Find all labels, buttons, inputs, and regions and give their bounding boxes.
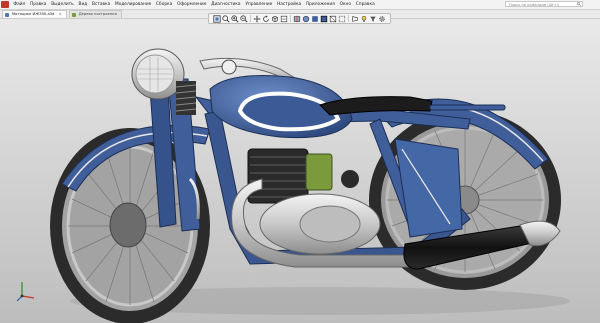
engine [247,148,381,255]
tab-build-tree[interactable]: Дерево построения [68,10,122,18]
menu-edit[interactable]: Правка [28,0,49,9]
tab-label: Мотоцикл ИЖ350.a3d [12,12,55,16]
menu-select[interactable]: Выделить [49,0,76,9]
axis-triad-icon [16,282,35,302]
menu-assembly[interactable]: Сборка [154,0,175,9]
menu-modeling[interactable]: Моделирование [113,0,154,9]
search-placeholder: Поиск по командам (Alt+/) [509,3,560,7]
menu-insert[interactable]: Вставка [90,0,113,9]
rear-rack [429,104,506,111]
search-icon [577,2,581,6]
motorcycle-model[interactable] [0,19,600,323]
menu-settings[interactable]: Настройка [275,0,304,9]
menu-window[interactable]: Окно [337,0,353,9]
tab-label: Дерево построения [78,12,117,16]
menu-view[interactable]: Вид [76,0,90,9]
kompas-3d-window: Файл Правка Выделить Вид Вставка Моделир… [0,0,600,323]
menu-file[interactable]: Файл [11,0,28,9]
command-search-input[interactable]: Поиск по командам (Alt+/) [505,1,583,7]
menu-diagnostics[interactable]: Диагностика [209,0,243,9]
menu-design[interactable]: Оформление [175,0,209,9]
app-logo-icon [1,1,9,8]
menu-apps[interactable]: Приложения [304,0,338,9]
tree-icon [71,12,76,17]
tab-motorcycle-model[interactable]: Мотоцикл ИЖ350.a3d × [2,10,67,18]
menu-help[interactable]: Справка [353,0,377,9]
close-icon[interactable]: × [59,11,62,18]
speedometer [221,59,237,75]
menu-manage[interactable]: Управление [243,0,275,9]
assembly-icon [5,12,9,17]
